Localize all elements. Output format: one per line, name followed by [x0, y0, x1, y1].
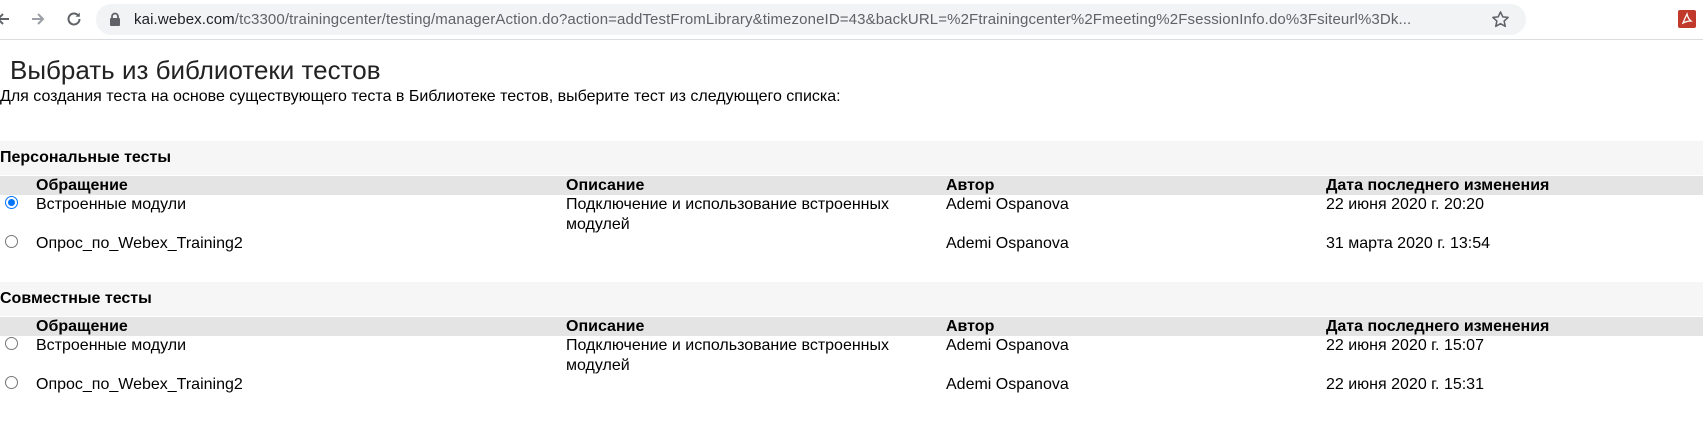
test-description: Подключение и использование встроенных м… [566, 196, 890, 233]
url-text[interactable]: kai.webex.com/tc3300/trainingcenter/test… [134, 11, 1414, 29]
section-personal-tests: Персональные тесты [0, 141, 1703, 175]
test-modified-date: 22 июня 2020 г. 20:20 [1326, 196, 1484, 213]
table-header: Обращение Описание Автор Дата последнего… [0, 317, 1703, 336]
column-header-modified[interactable]: Дата последнего изменения [1326, 176, 1549, 195]
test-modified-date: 31 марта 2020 г. 13:54 [1326, 235, 1491, 252]
back-button[interactable] [0, 8, 14, 30]
table-row[interactable]: Встроенные модули Подключение и использо… [0, 195, 1703, 233]
test-author: Ademi Ospanova [946, 376, 1069, 393]
column-header-author[interactable]: Автор [946, 176, 994, 195]
section-shared-tests: Совместные тесты [0, 282, 1703, 316]
arrow-left-icon [0, 13, 9, 25]
reload-button[interactable] [63, 8, 85, 30]
test-name: Опрос_по_Webex_Training2 [36, 376, 243, 393]
test-radio-button[interactable] [5, 337, 18, 350]
column-header-description[interactable]: Описание [566, 317, 644, 336]
test-modified-date: 22 июня 2020 г. 15:07 [1326, 337, 1484, 354]
table-row[interactable]: Встроенные модули Подключение и использо… [0, 336, 1703, 374]
column-header-author[interactable]: Автор [946, 317, 994, 336]
forward-button[interactable] [27, 8, 49, 30]
arrow-right-icon [32, 13, 45, 25]
lock-icon[interactable] [108, 12, 122, 27]
test-author: Ademi Ospanova [946, 235, 1069, 252]
test-modified-date: 22 июня 2020 г. 15:31 [1326, 376, 1484, 393]
test-radio-button[interactable] [5, 376, 18, 389]
table-row[interactable]: Опрос_по_Webex_Training2 Ademi Ospanova … [0, 234, 1703, 272]
section-title: Совместные тесты [0, 290, 152, 307]
test-author: Ademi Ospanova [946, 337, 1069, 354]
column-header-description[interactable]: Описание [566, 176, 644, 195]
browser-toolbar: kai.webex.com/tc3300/trainingcenter/test… [0, 0, 1703, 40]
reload-icon [67, 12, 81, 26]
intro-text: Для создания теста на основе существующе… [0, 88, 841, 105]
address-bar[interactable]: kai.webex.com/tc3300/trainingcenter/test… [96, 4, 1526, 35]
page-title: Выбрать из библиотеки тестов [10, 55, 381, 85]
column-header-modified[interactable]: Дата последнего изменения [1326, 317, 1549, 336]
test-name: Опрос_по_Webex_Training2 [36, 235, 243, 252]
test-radio-button[interactable] [5, 196, 18, 209]
table-header: Обращение Описание Автор Дата последнего… [0, 176, 1703, 195]
pdf-extension-icon[interactable] [1677, 9, 1697, 29]
test-name: Встроенные модули [36, 196, 187, 213]
column-header-name[interactable]: Обращение [36, 317, 128, 336]
test-radio-button[interactable] [5, 235, 18, 248]
star-icon[interactable] [1491, 10, 1510, 29]
section-title: Персональные тесты [0, 149, 171, 166]
table-row[interactable]: Опрос_по_Webex_Training2 Ademi Ospanova … [0, 375, 1703, 413]
test-author: Ademi Ospanova [946, 196, 1069, 213]
test-name: Встроенные модули [36, 337, 187, 354]
column-header-name[interactable]: Обращение [36, 176, 128, 195]
test-description: Подключение и использование встроенных м… [566, 337, 890, 374]
